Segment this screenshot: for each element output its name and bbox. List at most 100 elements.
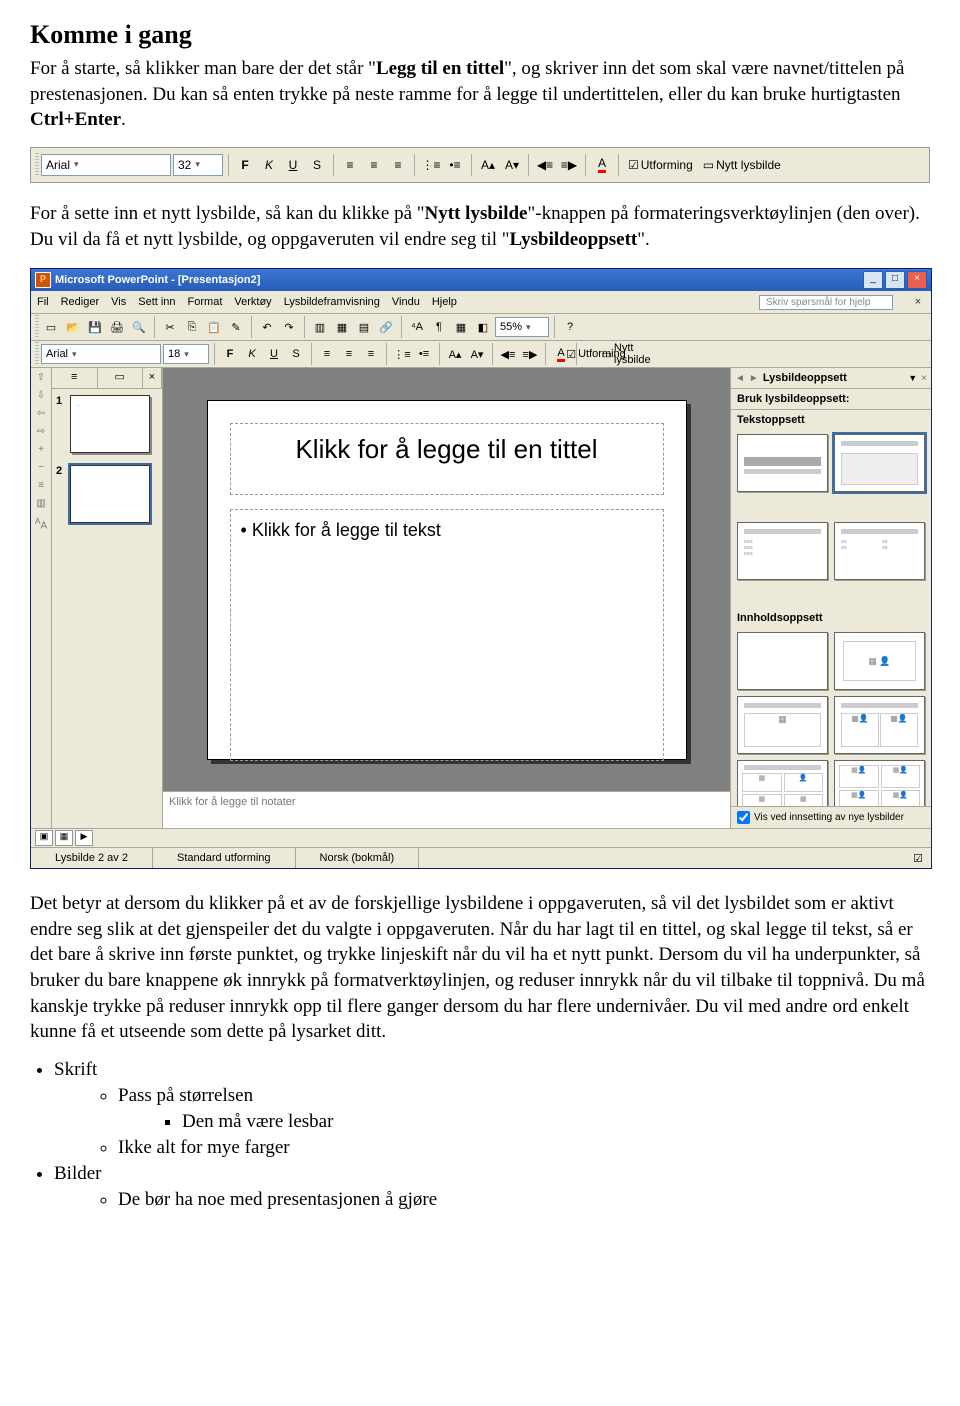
decrease-font-icon[interactable]: A▾ bbox=[467, 344, 487, 364]
shadow-button[interactable]: S bbox=[286, 344, 306, 364]
new-slide-button[interactable]: ▭ Nytt lysbilde bbox=[699, 154, 785, 176]
new-slide-button[interactable]: ▭ Nytt lysbilde bbox=[612, 344, 640, 364]
decrease-indent-icon[interactable]: ◀≡ bbox=[498, 344, 518, 364]
underline-button[interactable]: U bbox=[264, 344, 284, 364]
menu-verktoy[interactable]: Verktøy bbox=[234, 296, 271, 308]
hyperlink-icon[interactable]: 🔗 bbox=[376, 317, 396, 337]
align-center-icon[interactable]: ≡ bbox=[339, 344, 359, 364]
bold-button[interactable]: F bbox=[234, 154, 256, 176]
layout-title-2content[interactable]: ▦👤▦👤 bbox=[834, 696, 925, 754]
fontsize-combo[interactable]: 18 bbox=[163, 344, 209, 364]
open-icon[interactable]: 📂 bbox=[63, 317, 83, 337]
font-combo[interactable]: Arial bbox=[41, 154, 171, 176]
layout-title-content[interactable] bbox=[834, 434, 925, 492]
numbered-list-icon[interactable]: ⋮≡ bbox=[392, 344, 412, 364]
font-combo[interactable]: Arial bbox=[41, 344, 161, 364]
collapse-icon[interactable]: − bbox=[34, 462, 48, 476]
show-format-icon[interactable]: ¶ bbox=[429, 317, 449, 337]
italic-button[interactable]: K bbox=[242, 344, 262, 364]
increase-font-icon[interactable]: A▴ bbox=[477, 154, 499, 176]
menu-hjelp[interactable]: Hjelp bbox=[432, 296, 457, 308]
italic-button[interactable]: K bbox=[258, 154, 280, 176]
menu-vis[interactable]: Vis bbox=[111, 296, 126, 308]
numbered-list-icon[interactable]: ⋮≡ bbox=[420, 154, 442, 176]
menu-lysbilde[interactable]: Lysbildeframvisning bbox=[284, 296, 380, 308]
zoom-combo[interactable]: 55% bbox=[495, 317, 549, 337]
demote-icon[interactable]: ⇨ bbox=[34, 426, 48, 440]
paste-icon[interactable]: 📋 bbox=[204, 317, 224, 337]
nav-down-icon[interactable]: ⇩ bbox=[34, 390, 48, 404]
align-right-icon[interactable]: ≡ bbox=[387, 154, 409, 176]
sorter-view-icon[interactable]: ▦ bbox=[55, 830, 73, 846]
underline-button[interactable]: U bbox=[282, 154, 304, 176]
insert-table-icon[interactable]: ▦ bbox=[332, 317, 352, 337]
slide-thumbnail-2[interactable] bbox=[70, 465, 150, 523]
save-icon[interactable]: 💾 bbox=[85, 317, 105, 337]
color-icon[interactable]: ◧ bbox=[473, 317, 493, 337]
show-formatting-icon[interactable]: AA bbox=[34, 516, 48, 530]
layout-content[interactable]: ▦ 👤 bbox=[834, 632, 925, 690]
close-pane-icon[interactable]: × bbox=[143, 368, 162, 388]
bold-button[interactable]: F bbox=[220, 344, 240, 364]
notes-pane[interactable]: Klikk for å legge til notater bbox=[163, 791, 730, 828]
promote-icon[interactable]: ⇦ bbox=[34, 408, 48, 422]
preview-icon[interactable]: 🔍 bbox=[129, 317, 149, 337]
copy-icon[interactable]: ⎘ bbox=[182, 317, 202, 337]
print-icon[interactable]: 🖨 bbox=[107, 317, 127, 337]
bullet-list-icon[interactable]: •≡ bbox=[414, 344, 434, 364]
tables-icon[interactable]: ▤ bbox=[354, 317, 374, 337]
layout-blank[interactable] bbox=[737, 632, 828, 690]
slide-canvas[interactable]: Klikk for å legge til en tittel Klikk fo… bbox=[207, 400, 687, 760]
increase-indent-icon[interactable]: ≡▶ bbox=[520, 344, 540, 364]
insert-chart-icon[interactable]: ▥ bbox=[310, 317, 330, 337]
layout-title-only[interactable] bbox=[737, 434, 828, 492]
shadow-button[interactable]: S bbox=[306, 154, 328, 176]
decrease-font-icon[interactable]: A▾ bbox=[501, 154, 523, 176]
slides-tab-icon[interactable]: ▭ bbox=[98, 368, 144, 388]
forward-icon[interactable]: ► bbox=[749, 373, 759, 384]
redo-icon[interactable]: ↷ bbox=[279, 317, 299, 337]
close-button[interactable]: × bbox=[907, 271, 927, 289]
minimize-button[interactable]: _ bbox=[863, 271, 883, 289]
move-up-icon[interactable]: + bbox=[34, 444, 48, 458]
design-button[interactable]: ☑ Utforming bbox=[624, 154, 697, 176]
outline-tab-icon[interactable]: ≡ bbox=[52, 368, 98, 388]
title-placeholder[interactable]: Klikk for å legge til en tittel bbox=[230, 423, 664, 495]
decrease-indent-icon[interactable]: ◀≡ bbox=[534, 154, 556, 176]
font-color-icon[interactable]: A bbox=[591, 154, 613, 176]
align-right-icon[interactable]: ≡ bbox=[361, 344, 381, 364]
taskpane-dropdown-icon[interactable]: ▼ bbox=[908, 373, 917, 383]
back-icon[interactable]: ◄ bbox=[735, 373, 745, 384]
menu-fil[interactable]: Fil bbox=[37, 296, 49, 308]
help-icon[interactable]: ? bbox=[560, 317, 580, 337]
layout-title-bullets[interactable]: ≡≡≡≡≡≡≡≡≡ bbox=[737, 522, 828, 580]
menu-settinn[interactable]: Sett inn bbox=[138, 296, 175, 308]
increase-font-icon[interactable]: A▴ bbox=[445, 344, 465, 364]
slide-thumbnail-1[interactable]: ... bbox=[70, 395, 150, 453]
expand-icon[interactable]: ≡ bbox=[34, 480, 48, 494]
menu-format[interactable]: Format bbox=[188, 296, 223, 308]
taskpane-close-icon[interactable]: × bbox=[921, 373, 927, 384]
nav-up-icon[interactable]: ⇧ bbox=[34, 372, 48, 386]
cut-icon[interactable]: ✂ bbox=[160, 317, 180, 337]
slideshow-view-icon[interactable]: ▶ bbox=[75, 830, 93, 846]
normal-view-icon[interactable]: ▣ bbox=[35, 830, 53, 846]
increase-indent-icon[interactable]: ≡▶ bbox=[558, 154, 580, 176]
layout-title-content2[interactable]: ▦ bbox=[737, 696, 828, 754]
align-left-icon[interactable]: ≡ bbox=[339, 154, 361, 176]
layout-two-column[interactable]: ≡≡≡≡≡≡≡≡ bbox=[834, 522, 925, 580]
maximize-button[interactable]: □ bbox=[885, 271, 905, 289]
mdi-close-icon[interactable]: × bbox=[911, 296, 925, 308]
new-doc-icon[interactable]: ▭ bbox=[41, 317, 61, 337]
body-placeholder[interactable]: Klikk for å legge til tekst bbox=[230, 509, 664, 761]
expand-all-icon[interactable]: ⁴A bbox=[407, 317, 427, 337]
undo-icon[interactable]: ↶ bbox=[257, 317, 277, 337]
menu-rediger[interactable]: Rediger bbox=[61, 296, 100, 308]
grid-icon[interactable]: ▦ bbox=[451, 317, 471, 337]
bullet-list-icon[interactable]: •≡ bbox=[444, 154, 466, 176]
format-painter-icon[interactable]: ✎ bbox=[226, 317, 246, 337]
align-center-icon[interactable]: ≡ bbox=[363, 154, 385, 176]
menu-vindu[interactable]: Vindu bbox=[392, 296, 420, 308]
align-left-icon[interactable]: ≡ bbox=[317, 344, 337, 364]
summary-icon[interactable]: ▥ bbox=[34, 498, 48, 512]
